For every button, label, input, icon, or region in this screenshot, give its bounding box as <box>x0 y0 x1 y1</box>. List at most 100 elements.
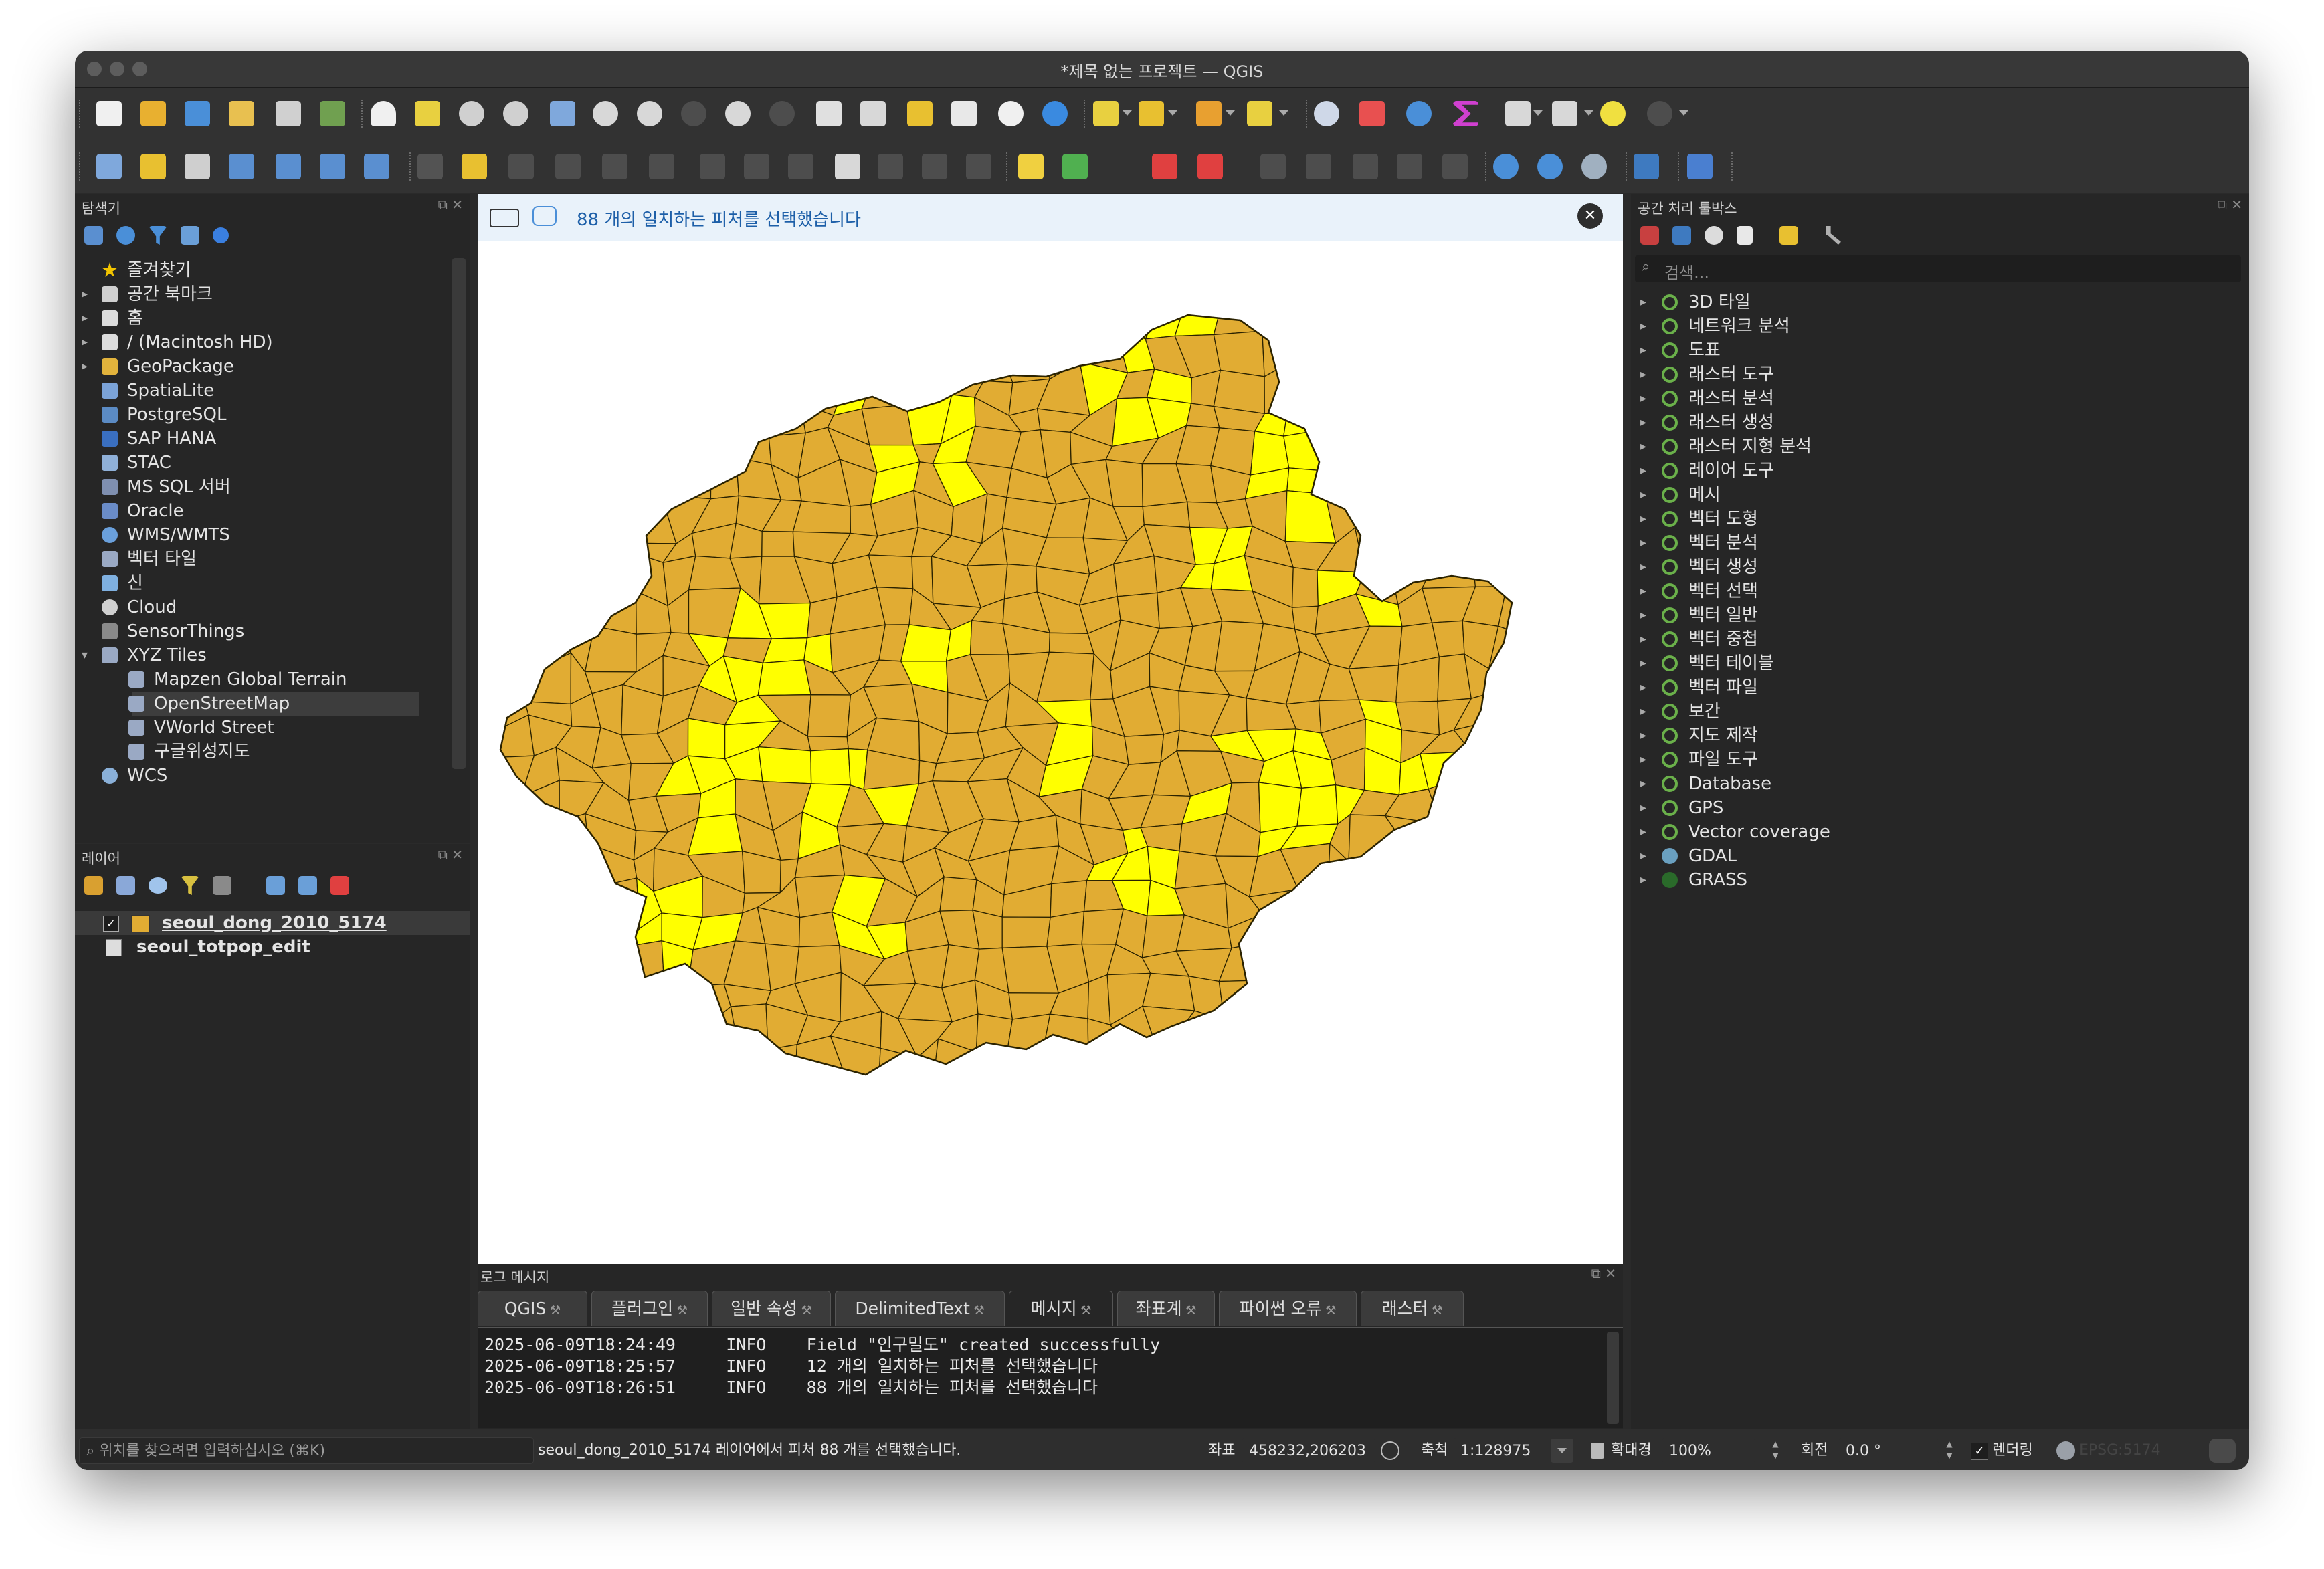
browser-item[interactable]: SAP HANA <box>75 427 450 451</box>
district[interactable] <box>1355 425 1395 474</box>
clock-icon[interactable] <box>998 101 1024 126</box>
district[interactable] <box>1384 408 1442 436</box>
map-canvas[interactable] <box>478 241 1623 1303</box>
district[interactable] <box>529 942 567 994</box>
district[interactable] <box>968 301 1003 352</box>
district[interactable] <box>1001 916 1051 948</box>
layer-symbol-swatch[interactable] <box>131 915 150 932</box>
district[interactable] <box>1383 881 1428 922</box>
district[interactable] <box>550 585 595 627</box>
district[interactable] <box>653 301 698 351</box>
district[interactable] <box>688 1035 737 1086</box>
district[interactable] <box>1048 632 1095 655</box>
show-hide-label-icon[interactable] <box>1260 154 1286 179</box>
district[interactable] <box>1426 845 1455 885</box>
filter-icon[interactable] <box>149 226 167 245</box>
toolbar-grip[interactable] <box>79 100 84 128</box>
district[interactable] <box>1278 329 1329 383</box>
deselect-all-icon[interactable] <box>1196 101 1222 126</box>
expand-arrow-icon[interactable]: ▸ <box>1640 459 1652 483</box>
district[interactable] <box>480 813 532 864</box>
expand-arrow-icon[interactable]: ▸ <box>82 330 94 354</box>
field-calculator-icon[interactable] <box>1505 101 1531 126</box>
district[interactable] <box>550 400 606 441</box>
toolbar-grip[interactable] <box>1306 100 1311 128</box>
district[interactable] <box>1327 299 1358 331</box>
district[interactable] <box>1393 336 1442 373</box>
selected-district[interactable] <box>1286 467 1335 495</box>
quickmapservices-icon[interactable] <box>1581 154 1607 179</box>
expand-arrow-icon[interactable]: ▸ <box>1640 724 1652 748</box>
toolbox-group[interactable]: ▸ 벡터 도형 <box>1631 507 2233 531</box>
district[interactable] <box>1354 1039 1408 1071</box>
district[interactable] <box>1457 940 1491 988</box>
district[interactable] <box>807 694 852 738</box>
district[interactable] <box>969 1047 1009 1081</box>
district[interactable] <box>1486 976 1545 1021</box>
district[interactable] <box>1498 891 1532 926</box>
options-wrench-icon[interactable] <box>1826 226 1841 245</box>
layer-row[interactable]: seoul_totpop_edit <box>75 935 470 959</box>
toolbox-group[interactable]: ▸ 네트워크 분석 <box>1631 314 2233 338</box>
new-map-view-icon[interactable] <box>816 101 842 126</box>
district[interactable] <box>587 585 637 635</box>
toolbox-group[interactable]: ▸ 래스터 지형 분석 <box>1631 435 2233 459</box>
add-raster-layer-icon[interactable] <box>276 154 301 179</box>
district[interactable] <box>1452 749 1510 780</box>
district[interactable] <box>1349 396 1395 440</box>
browser-item[interactable]: WCS <box>75 764 450 788</box>
label-properties-icon[interactable] <box>1442 154 1468 179</box>
district[interactable] <box>480 789 532 825</box>
selected-district[interactable] <box>1284 490 1337 544</box>
district[interactable] <box>1462 425 1503 477</box>
district[interactable] <box>1289 1046 1327 1084</box>
browser-item[interactable]: 구글위성지도 <box>75 740 450 764</box>
district[interactable] <box>935 346 985 382</box>
new-print-layout-icon[interactable] <box>229 101 254 126</box>
district[interactable] <box>550 437 606 480</box>
district[interactable] <box>630 988 673 1015</box>
toolbox-group[interactable]: ▸ 도표 <box>1631 338 2233 362</box>
chevron-down-icon[interactable] <box>1226 110 1235 116</box>
new-geopackage-layer-icon[interactable] <box>140 154 166 179</box>
toolbox-group[interactable]: ▸ GDAL <box>1631 844 2233 868</box>
history-clock-icon[interactable] <box>1705 226 1723 245</box>
district[interactable] <box>1494 304 1539 350</box>
district[interactable] <box>1385 363 1432 415</box>
log-scrollbar[interactable] <box>1607 1332 1619 1424</box>
district[interactable] <box>583 473 638 500</box>
toolbar-grip[interactable] <box>409 152 414 181</box>
district[interactable] <box>1458 371 1511 401</box>
district[interactable] <box>758 371 807 405</box>
open-attribute-table-icon[interactable] <box>1359 101 1385 126</box>
select-by-value-icon[interactable] <box>1139 101 1164 126</box>
expand-arrow-icon[interactable]: ▸ <box>1640 844 1652 868</box>
district[interactable] <box>1325 396 1363 440</box>
diagram-icon[interactable] <box>1062 154 1088 179</box>
expand-all-icon[interactable] <box>266 876 285 895</box>
current-edits-icon[interactable] <box>417 154 443 179</box>
digitize-icon[interactable] <box>555 154 581 179</box>
expand-arrow-icon[interactable]: ▾ <box>82 643 94 667</box>
district[interactable] <box>481 990 537 1014</box>
edit-features-in-place-icon[interactable] <box>1779 226 1798 245</box>
district[interactable] <box>826 315 878 345</box>
district[interactable] <box>621 1005 673 1053</box>
district[interactable] <box>1499 490 1541 540</box>
district[interactable] <box>480 923 536 954</box>
district[interactable] <box>1466 1007 1507 1059</box>
district[interactable] <box>1390 845 1432 890</box>
district[interactable] <box>1435 434 1468 467</box>
district[interactable] <box>604 914 640 953</box>
district[interactable] <box>1493 395 1544 432</box>
district[interactable] <box>865 302 912 348</box>
identify-features-icon[interactable] <box>1314 101 1339 126</box>
district[interactable] <box>1487 940 1545 988</box>
expand-arrow-icon[interactable]: ▸ <box>1640 314 1652 338</box>
district[interactable] <box>870 343 917 383</box>
save-project-icon[interactable] <box>185 101 210 126</box>
toolbox-group[interactable]: ▸ 벡터 분석 <box>1631 531 2233 555</box>
district[interactable] <box>1251 1005 1296 1055</box>
district[interactable] <box>1496 467 1542 498</box>
district[interactable] <box>722 369 769 399</box>
